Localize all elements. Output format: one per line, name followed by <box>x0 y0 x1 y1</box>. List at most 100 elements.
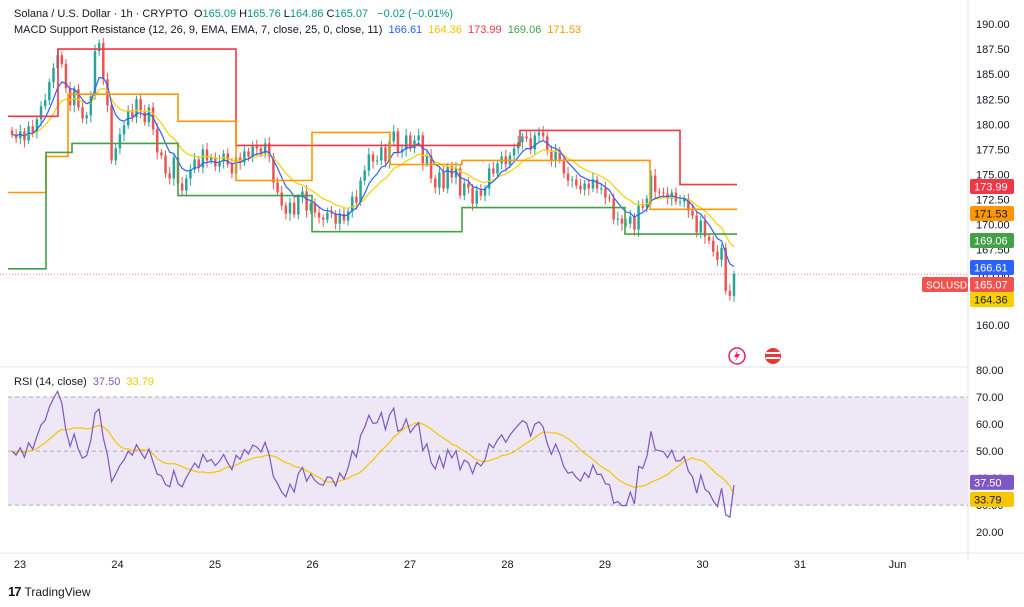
candle <box>10 130 14 135</box>
candle <box>247 151 250 157</box>
price-tick-label: 170.00 <box>976 220 1010 232</box>
ema-fast-line <box>11 76 735 268</box>
candle <box>43 100 47 107</box>
us-flag-icon <box>765 348 781 364</box>
candle <box>205 149 209 161</box>
price-badge-label: 171.53 <box>974 209 1008 221</box>
rsi-ma-value: 33.79 <box>126 376 154 388</box>
tradingview-mark-icon: 17 <box>8 584 22 599</box>
price-badge-label: 166.61 <box>974 263 1008 275</box>
rsi-ma-badge-label: 33.79 <box>974 494 1002 506</box>
price-tick-label: 160.00 <box>976 320 1010 332</box>
candle <box>60 55 64 65</box>
candle <box>292 202 296 215</box>
symbol-tag-label: SOLUSD <box>926 281 967 292</box>
candle <box>409 135 412 149</box>
candle <box>342 213 346 221</box>
candle <box>209 157 213 161</box>
indicator-value: 171.53 <box>547 24 582 36</box>
candle <box>629 216 632 224</box>
candle <box>139 99 142 112</box>
price-tick-label: 185.00 <box>976 69 1010 81</box>
candle <box>599 188 603 190</box>
candle <box>417 135 420 141</box>
time-tick-label: 25 <box>209 559 221 571</box>
candle <box>172 157 176 179</box>
candle <box>380 147 383 161</box>
time-tick-label: 27 <box>404 559 416 571</box>
candle <box>463 183 466 196</box>
candles <box>10 38 736 302</box>
candle <box>160 152 163 156</box>
candle <box>653 175 657 192</box>
price-tick-label: 177.50 <box>976 144 1010 156</box>
indicator-name: MACD Support Resistance (12, 26, 9, EMA,… <box>14 24 383 36</box>
candle <box>562 159 566 174</box>
time-tick-label: 31 <box>794 559 806 571</box>
rsi-value: 37.50 <box>92 376 121 388</box>
candle <box>475 190 478 204</box>
ohlc-h: H165.76 <box>239 8 281 20</box>
brand-name: TradingView <box>24 584 91 599</box>
candle <box>255 146 259 149</box>
candle <box>595 179 599 189</box>
candle <box>122 125 126 135</box>
candle <box>492 168 495 174</box>
candle <box>433 178 437 188</box>
candle <box>375 160 379 162</box>
candle <box>633 216 636 230</box>
candle <box>72 89 76 106</box>
rsi-tick-label: 20.00 <box>976 527 1004 539</box>
candle <box>85 115 88 119</box>
candle <box>720 247 723 260</box>
candle <box>728 290 732 296</box>
candle <box>707 236 711 241</box>
indicator-value: 164.36 <box>428 24 462 36</box>
candle <box>608 197 611 199</box>
candle <box>118 134 122 149</box>
candle <box>185 178 188 191</box>
candle <box>280 192 283 206</box>
time-tick-label: 23 <box>14 559 26 571</box>
event-icons <box>728 347 781 365</box>
tradingview-logo[interactable]: 17 TradingView <box>8 584 91 599</box>
price-badge-label: 173.99 <box>974 182 1008 194</box>
candle <box>81 107 84 119</box>
candle <box>604 188 607 198</box>
candle <box>641 205 644 208</box>
candle <box>566 173 570 181</box>
candle <box>392 131 395 142</box>
candle <box>284 205 288 214</box>
candle <box>699 220 703 233</box>
candle <box>579 185 582 190</box>
candle <box>662 192 665 194</box>
price-change: −0.02 (−0.01%) <box>377 8 454 20</box>
candle <box>110 105 113 161</box>
candle <box>168 173 171 179</box>
rsi-tick-label: 80.00 <box>976 365 1004 377</box>
indicator-value: 173.99 <box>467 24 502 36</box>
price-tick-label: 190.00 <box>976 19 1010 31</box>
candle <box>396 131 400 153</box>
candle <box>678 201 682 203</box>
candle <box>114 148 117 161</box>
price-badge-label: 169.06 <box>974 236 1008 248</box>
time-tick-label: 28 <box>501 559 513 571</box>
candle <box>297 197 300 215</box>
symbol-header: Solana / U.S. Dollar · 1h · CRYPTO O165.… <box>14 8 456 20</box>
chart-canvas[interactable]: 190.00187.50185.00182.50180.00177.50175.… <box>0 0 1024 607</box>
candle <box>355 196 358 203</box>
candle <box>716 251 719 260</box>
candle <box>97 43 101 52</box>
candle <box>155 129 159 153</box>
candle <box>438 172 441 188</box>
candle <box>305 191 308 211</box>
candle <box>321 217 325 220</box>
candle <box>384 147 387 162</box>
candle <box>31 126 34 133</box>
rsi-header: RSI (14, close) 37.50 33.79 <box>14 376 157 388</box>
price-tick-label: 172.50 <box>976 195 1010 207</box>
candle <box>326 212 329 220</box>
price-tick-label: 187.50 <box>976 44 1010 56</box>
candle <box>48 82 51 101</box>
